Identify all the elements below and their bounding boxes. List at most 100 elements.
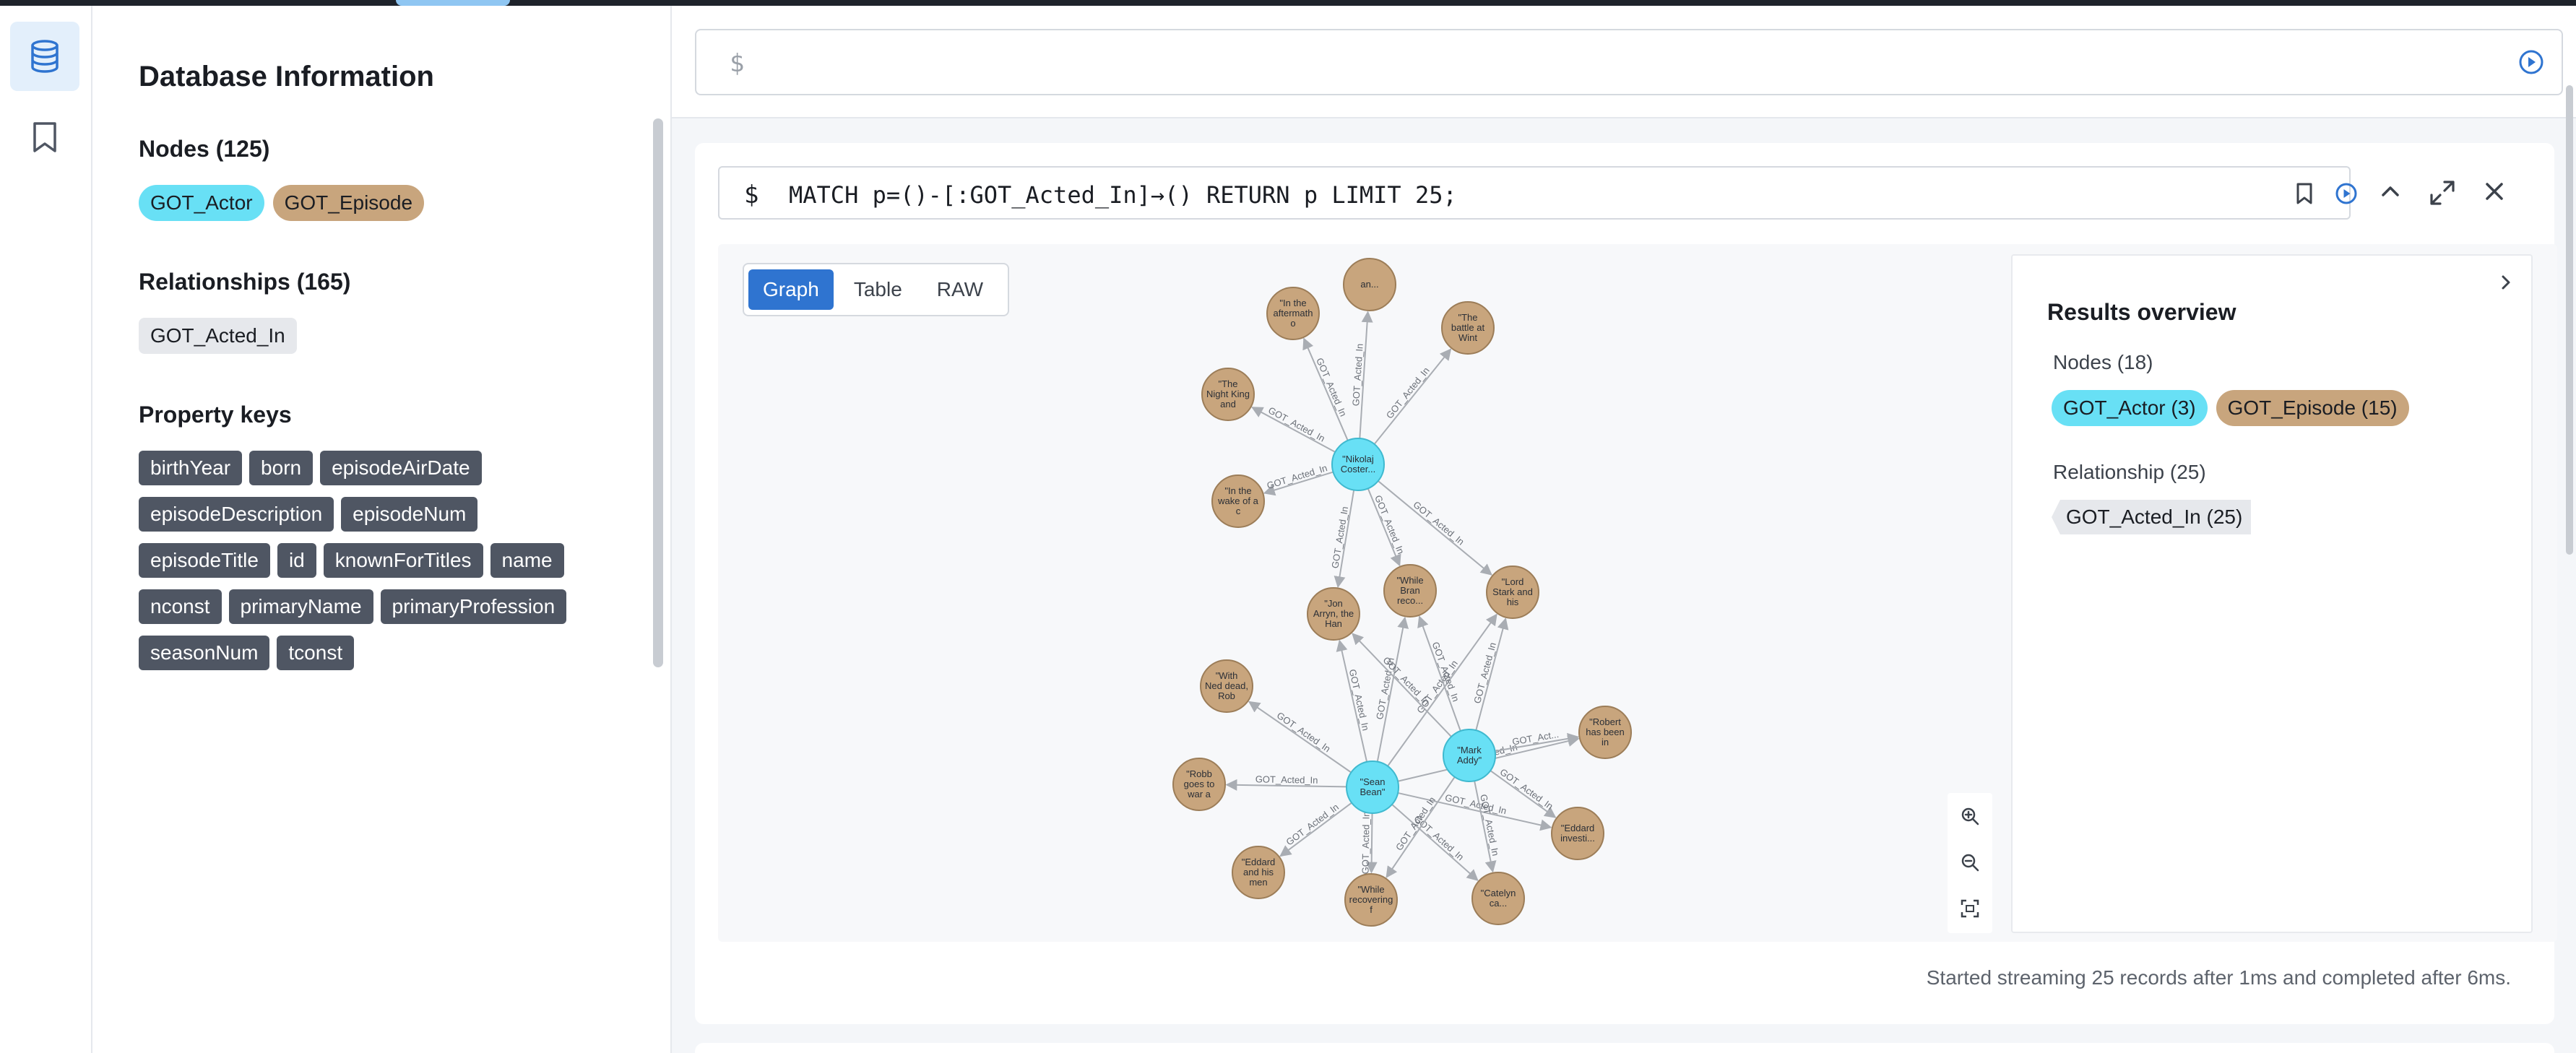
node-caption: Bean": [1360, 786, 1386, 797]
node-caption: recovering: [1349, 894, 1393, 905]
episode-node[interactable]: "Thebattle atWint: [1441, 301, 1495, 355]
frame-prompt: $: [744, 181, 759, 209]
property-key[interactable]: name: [490, 543, 564, 578]
rerun-query-button[interactable]: [2335, 182, 2358, 209]
node-caption: f: [1370, 904, 1373, 915]
episode-node[interactable]: "Catelynca...: [1471, 872, 1525, 925]
overview-nodes-label: Nodes (18): [2053, 351, 2153, 373]
property-key[interactable]: primaryProfession: [380, 589, 567, 624]
relationship-edge[interactable]: [1373, 348, 1452, 445]
property-key[interactable]: nconst: [139, 589, 222, 624]
edge-label: GOT_Acted_In: [1329, 506, 1350, 569]
query-editor[interactable]: $: [695, 29, 2563, 95]
main-scrollbar[interactable]: [2566, 85, 2573, 555]
favorites-button[interactable]: [10, 103, 79, 172]
overview-tag-got-acted-in[interactable]: GOT_Acted_In (25): [2052, 500, 2252, 534]
window-top-bar: [0, 0, 2576, 6]
node-label-got-episode[interactable]: GOT_Episode: [272, 185, 425, 221]
node-caption: Bran: [1400, 585, 1419, 596]
relationship-type-got-acted-in[interactable]: GOT_Acted_In: [139, 318, 297, 354]
results-overview-panel: Results overview Nodes (18) GOT_Actor (3…: [2011, 254, 2533, 933]
property-key[interactable]: birthYear: [139, 451, 243, 485]
actor-node[interactable]: "SeanBean": [1346, 760, 1399, 814]
node-caption: Arryn, the: [1313, 608, 1354, 619]
episode-node[interactable]: "In theaftermatho: [1266, 287, 1320, 340]
expand-icon: [2430, 181, 2455, 205]
frame-query-bar[interactable]: $ MATCH p=()-[:GOT_Acted_In]→() RETURN p…: [718, 166, 2357, 220]
episode-node[interactable]: "Whilerecoveringf: [1344, 873, 1398, 927]
fit-to-screen-button[interactable]: [1948, 885, 1992, 932]
node-caption: has been: [1586, 727, 1625, 737]
property-key[interactable]: born: [249, 451, 314, 485]
property-key[interactable]: knownForTitles: [323, 543, 483, 578]
node-caption: "With: [1216, 670, 1238, 681]
node-caption: "In the: [1224, 485, 1251, 496]
node-caption: "Sean: [1360, 776, 1386, 787]
episode-node[interactable]: an...: [1343, 258, 1396, 311]
bookmark-icon: [33, 122, 56, 152]
close-frame-button[interactable]: [2482, 179, 2507, 207]
relationship-edge[interactable]: [1248, 701, 1352, 774]
actor-node[interactable]: "NikolajCoster...: [1331, 438, 1385, 491]
property-key[interactable]: tconst: [277, 636, 355, 670]
graph-visualization[interactable]: GOT_Acted_InGOT_Acted_In GOT_Acted_InGOT_…: [718, 244, 2004, 942]
node-caption: Stark and: [1492, 586, 1533, 597]
chevron-up-icon: [2382, 186, 2399, 196]
database-button[interactable]: [10, 22, 79, 91]
property-key[interactable]: episodeNum: [341, 497, 478, 532]
relationship-edge[interactable]: [1365, 812, 1378, 874]
overview-tag-got-actor[interactable]: GOT_Actor (3): [2052, 390, 2208, 426]
fullscreen-frame-button[interactable]: [2429, 179, 2456, 210]
icon-rail: [0, 6, 92, 1053]
node-caption: "Catelyn: [1481, 888, 1516, 898]
property-key[interactable]: episodeAirDate: [320, 451, 482, 485]
property-key[interactable]: seasonNum: [139, 636, 270, 670]
edge-label: GOT_Acted_In: [1255, 774, 1318, 785]
chevron-right-icon: [2502, 275, 2510, 290]
property-key[interactable]: episodeDescription: [139, 497, 334, 532]
active-tab-indicator: [396, 0, 510, 6]
node-labels: GOT_Actor GOT_Episode: [139, 185, 433, 221]
node-caption: o: [1290, 318, 1295, 329]
node-caption: men: [1249, 877, 1267, 888]
play-circle-icon: [2335, 183, 2357, 204]
zoom-in-button[interactable]: [1948, 793, 1992, 839]
collapse-overview-button[interactable]: [2495, 272, 2517, 297]
overview-title: Results overview: [2047, 299, 2236, 325]
episode-node[interactable]: "JonArryn, theHan: [1307, 587, 1360, 641]
node-label-got-actor[interactable]: GOT_Actor: [139, 185, 264, 221]
episode-node[interactable]: "Roberthas beenin: [1578, 706, 1632, 759]
property-key[interactable]: id: [277, 543, 316, 578]
episode-node[interactable]: "In thewake of ac: [1211, 474, 1265, 528]
zoom-in-icon: [1961, 807, 1979, 826]
episode-node[interactable]: "WithNed dead,Rob: [1200, 659, 1253, 713]
relationship-edge[interactable]: [1225, 779, 1347, 791]
episode-node[interactable]: "Eddardinvesti...: [1551, 807, 1604, 860]
overview-relationships-label: Relationship (25): [2053, 461, 2206, 483]
node-caption: an...: [1360, 279, 1378, 290]
node-caption: "Nikolaj: [1342, 454, 1374, 464]
episode-node[interactable]: "WhileBranreco...: [1383, 564, 1437, 618]
frame-query-text[interactable]: MATCH p=()-[:GOT_Acted_In]→() RETURN p L…: [789, 181, 1457, 209]
sidebar-scrollbar[interactable]: [653, 118, 663, 667]
edge-label: GOT_Acted_In: [1284, 802, 1340, 848]
tab-table[interactable]: Table: [839, 269, 917, 310]
episode-node[interactable]: "TheNight Kingand: [1201, 368, 1255, 421]
zoom-out-button[interactable]: [1948, 839, 1992, 885]
run-query-button[interactable]: [2518, 49, 2544, 79]
tab-graph[interactable]: Graph: [748, 269, 834, 310]
episode-node[interactable]: "Robbgoes towar a: [1172, 758, 1226, 811]
save-favorite-button[interactable]: [2294, 182, 2314, 209]
panel-title: Database Information: [139, 61, 434, 92]
property-key[interactable]: primaryName: [228, 589, 373, 624]
relationship-edge[interactable]: [1251, 407, 1336, 453]
episode-node[interactable]: "LordStark andhis: [1486, 566, 1539, 619]
actor-node[interactable]: "MarkAddy": [1443, 729, 1496, 782]
node-caption: "Eddard: [1242, 857, 1276, 867]
property-key[interactable]: episodeTitle: [139, 543, 270, 578]
collapse-frame-button[interactable]: [2378, 179, 2403, 207]
relationship-edge[interactable]: [1279, 802, 1352, 857]
episode-node[interactable]: "Eddardand hismen: [1232, 846, 1285, 899]
tab-raw[interactable]: RAW: [922, 269, 998, 310]
overview-tag-got-episode[interactable]: GOT_Episode (15): [2216, 390, 2409, 426]
